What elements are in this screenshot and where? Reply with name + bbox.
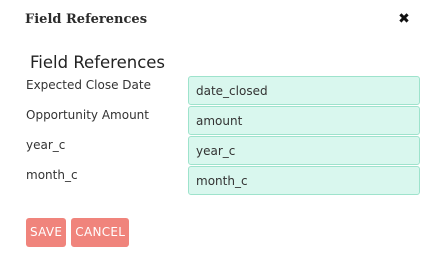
field-label: year_c [26, 138, 66, 152]
dialog-buttons: SAVE CANCEL [26, 218, 134, 247]
field-input-opportunity-amount[interactable] [188, 106, 420, 135]
field-list: Expected Close Date Opportunity Amount y… [0, 76, 425, 196]
cancel-button[interactable]: CANCEL [71, 218, 130, 247]
field-input-year-c[interactable] [188, 136, 420, 165]
section-title: Field References [30, 53, 166, 72]
field-row-expected-close-date: Expected Close Date [0, 76, 425, 106]
field-label: month_c [26, 168, 78, 182]
field-label: Expected Close Date [26, 78, 151, 92]
dialog-title: Field References [25, 12, 148, 27]
field-row-month-c: month_c [0, 166, 425, 196]
field-label: Opportunity Amount [26, 108, 149, 122]
close-icon[interactable]: ✖ [397, 12, 411, 26]
field-references-dialog: Field References ✖ Field References Expe… [0, 0, 425, 255]
save-button[interactable]: SAVE [26, 218, 67, 247]
field-input-expected-close-date[interactable] [188, 76, 420, 105]
field-row-year-c: year_c [0, 136, 425, 166]
field-row-opportunity-amount: Opportunity Amount [0, 106, 425, 136]
field-input-month-c[interactable] [188, 166, 420, 195]
